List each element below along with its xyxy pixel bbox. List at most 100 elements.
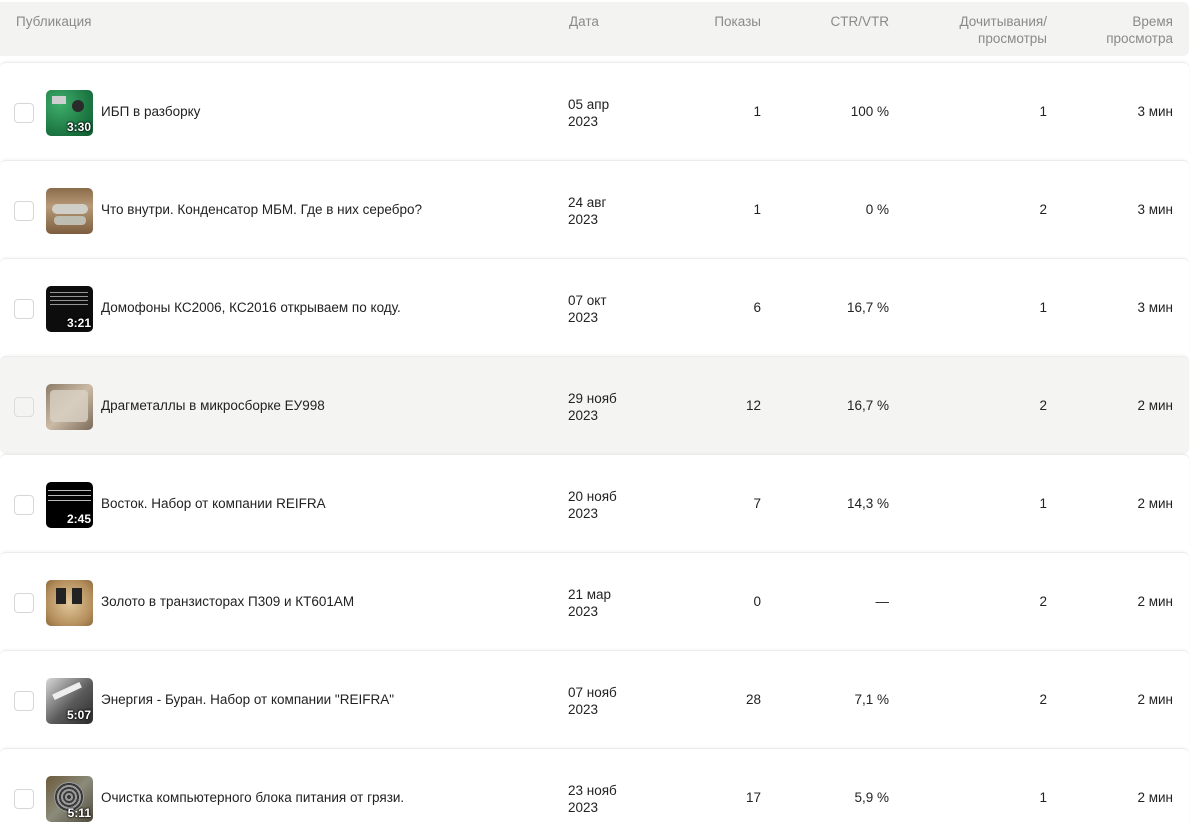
model-kit-thumbnail[interactable]: 5:07 bbox=[46, 678, 93, 724]
row-checkbox[interactable] bbox=[14, 103, 34, 123]
reads-value: 1 bbox=[1039, 104, 1047, 119]
row-checkbox[interactable] bbox=[14, 201, 34, 221]
reads-value: 2 bbox=[1039, 692, 1047, 707]
publication-title[interactable]: Что внутри. Конденсатор МБМ. Где в них с… bbox=[101, 202, 422, 217]
video-duration: 3:21 bbox=[66, 316, 91, 330]
column-header-time-line2: просмотра bbox=[1106, 31, 1173, 46]
row-checkbox[interactable] bbox=[14, 593, 34, 613]
date-year: 2023 bbox=[568, 114, 599, 129]
column-header-reads[interactable]: Дочитывания/ просмотры bbox=[959, 13, 1047, 47]
table-row[interactable]: 2:45 Восток. Набор от компании REIFRA 20… bbox=[0, 454, 1189, 552]
column-header-date[interactable]: Дата bbox=[569, 13, 599, 30]
date-day-month: 24 авг bbox=[568, 195, 607, 210]
table-row[interactable]: 3:21 Домофоны КС2006, КС2016 открываем п… bbox=[0, 258, 1189, 356]
ctr-value: 5,9 % bbox=[854, 790, 889, 805]
date-year: 2023 bbox=[568, 800, 599, 815]
column-header-reads-line2: просмотры bbox=[978, 31, 1047, 46]
ctr-value: 14,3 % bbox=[846, 496, 889, 511]
publication-title[interactable]: Энергия - Буран. Набор от компании "REIF… bbox=[101, 692, 394, 707]
ctr-value: 0 % bbox=[865, 202, 889, 217]
reads-value: 1 bbox=[1039, 790, 1047, 805]
transistors-thumbnail[interactable] bbox=[46, 580, 93, 626]
publication-title[interactable]: Драгметаллы в микросборке ЕУ998 bbox=[101, 398, 325, 413]
row-checkbox[interactable] bbox=[14, 691, 34, 711]
date-day-month: 05 апр bbox=[568, 97, 610, 112]
publication-title[interactable]: Восток. Набор от компании REIFRA bbox=[101, 496, 326, 511]
column-header-ctr[interactable]: CTR/VTR bbox=[831, 13, 890, 30]
publication-title[interactable]: Золото в транзисторах П309 и КТ601АМ bbox=[101, 594, 354, 609]
column-header-publication[interactable]: Публикация bbox=[16, 13, 91, 30]
ctr-value: 16,7 % bbox=[846, 398, 889, 413]
table-row[interactable]: 5:07 Энергия - Буран. Набор от компании … bbox=[0, 650, 1189, 748]
views-value: 1 bbox=[753, 202, 761, 217]
watch-time-value: 3 мин bbox=[1137, 104, 1173, 119]
row-checkbox[interactable] bbox=[14, 397, 34, 417]
watch-time-value: 2 мин bbox=[1137, 398, 1173, 413]
row-checkbox[interactable] bbox=[14, 495, 34, 515]
table-row[interactable]: Золото в транзисторах П309 и КТ601АМ 21 … bbox=[0, 552, 1189, 650]
publication-date: 05 апр 2023 bbox=[568, 96, 609, 130]
text-slide-thumbnail[interactable]: 2:45 bbox=[46, 482, 93, 528]
date-day-month: 07 нояб bbox=[568, 685, 617, 700]
date-year: 2023 bbox=[568, 408, 599, 423]
video-duration: 3:30 bbox=[66, 120, 91, 134]
column-header-time-line1: Время bbox=[1132, 14, 1173, 29]
publication-date: 07 нояб 2023 bbox=[568, 684, 617, 718]
power-supply-fan-thumbnail[interactable]: 5:11 bbox=[46, 776, 93, 822]
column-header-watch-time[interactable]: Время просмотра bbox=[1106, 13, 1173, 47]
reads-value: 1 bbox=[1039, 300, 1047, 315]
date-year: 2023 bbox=[568, 604, 599, 619]
table-header: Публикация Дата Показы CTR/VTR Дочитыван… bbox=[0, 2, 1189, 56]
watch-time-value: 3 мин bbox=[1137, 300, 1173, 315]
video-duration: 5:07 bbox=[66, 708, 91, 722]
date-year: 2023 bbox=[568, 506, 599, 521]
publication-title[interactable]: Домофоны КС2006, КС2016 открываем по код… bbox=[101, 300, 401, 315]
watch-time-value: 2 мин bbox=[1137, 692, 1173, 707]
views-value: 28 bbox=[745, 692, 761, 707]
publications-table: Публикация Дата Показы CTR/VTR Дочитыван… bbox=[0, 0, 1200, 827]
publication-date: 29 нояб 2023 bbox=[568, 390, 617, 424]
date-day-month: 23 нояб bbox=[568, 783, 617, 798]
views-value: 0 bbox=[753, 594, 761, 609]
reads-value: 2 bbox=[1039, 398, 1047, 413]
row-checkbox[interactable] bbox=[14, 789, 34, 809]
views-value: 17 bbox=[745, 790, 761, 805]
date-day-month: 20 нояб bbox=[568, 489, 617, 504]
intercom-thumbnail[interactable]: 3:21 bbox=[46, 286, 93, 332]
publication-date: 23 нояб 2023 bbox=[568, 782, 617, 816]
reads-value: 2 bbox=[1039, 594, 1047, 609]
ctr-value: 16,7 % bbox=[846, 300, 889, 315]
column-header-reads-line1: Дочитывания/ bbox=[959, 14, 1047, 29]
date-day-month: 29 нояб bbox=[568, 391, 617, 406]
publication-date: 07 окт 2023 bbox=[568, 292, 607, 326]
column-header-views[interactable]: Показы bbox=[714, 13, 761, 30]
publication-date: 24 авг 2023 bbox=[568, 194, 606, 228]
circuit-board-thumbnail[interactable]: 3:30 bbox=[46, 90, 93, 136]
ctr-value: 7,1 % bbox=[854, 692, 889, 707]
date-day-month: 21 мар bbox=[568, 587, 612, 602]
date-day-month: 07 окт bbox=[568, 293, 607, 308]
table-row[interactable]: Что внутри. Конденсатор МБМ. Где в них с… bbox=[0, 160, 1189, 258]
views-value: 7 bbox=[753, 496, 761, 511]
ctr-value: 100 % bbox=[850, 104, 889, 119]
date-year: 2023 bbox=[568, 212, 599, 227]
table-row[interactable]: Драгметаллы в микросборке ЕУ998 29 нояб … bbox=[0, 356, 1189, 454]
capacitor-thumbnail[interactable] bbox=[46, 188, 93, 234]
microassembly-thumbnail[interactable] bbox=[46, 384, 93, 430]
views-value: 1 bbox=[753, 104, 761, 119]
ctr-value: — bbox=[875, 594, 890, 609]
table-row[interactable]: 3:30 ИБП в разборку 05 апр 2023 1 100 % … bbox=[0, 62, 1189, 160]
date-year: 2023 bbox=[568, 702, 599, 717]
publication-title[interactable]: ИБП в разборку bbox=[101, 104, 200, 119]
row-checkbox[interactable] bbox=[14, 299, 34, 319]
publication-title[interactable]: Очистка компьютерного блока питания от г… bbox=[101, 790, 404, 805]
reads-value: 1 bbox=[1039, 496, 1047, 511]
publication-date: 20 нояб 2023 bbox=[568, 488, 617, 522]
watch-time-value: 3 мин bbox=[1137, 202, 1173, 217]
date-year: 2023 bbox=[568, 310, 599, 325]
reads-value: 2 bbox=[1039, 202, 1047, 217]
video-duration: 5:11 bbox=[67, 806, 91, 820]
watch-time-value: 2 мин bbox=[1137, 790, 1173, 805]
watch-time-value: 2 мин bbox=[1137, 496, 1173, 511]
table-row[interactable]: 5:11 Очистка компьютерного блока питания… bbox=[0, 748, 1189, 827]
